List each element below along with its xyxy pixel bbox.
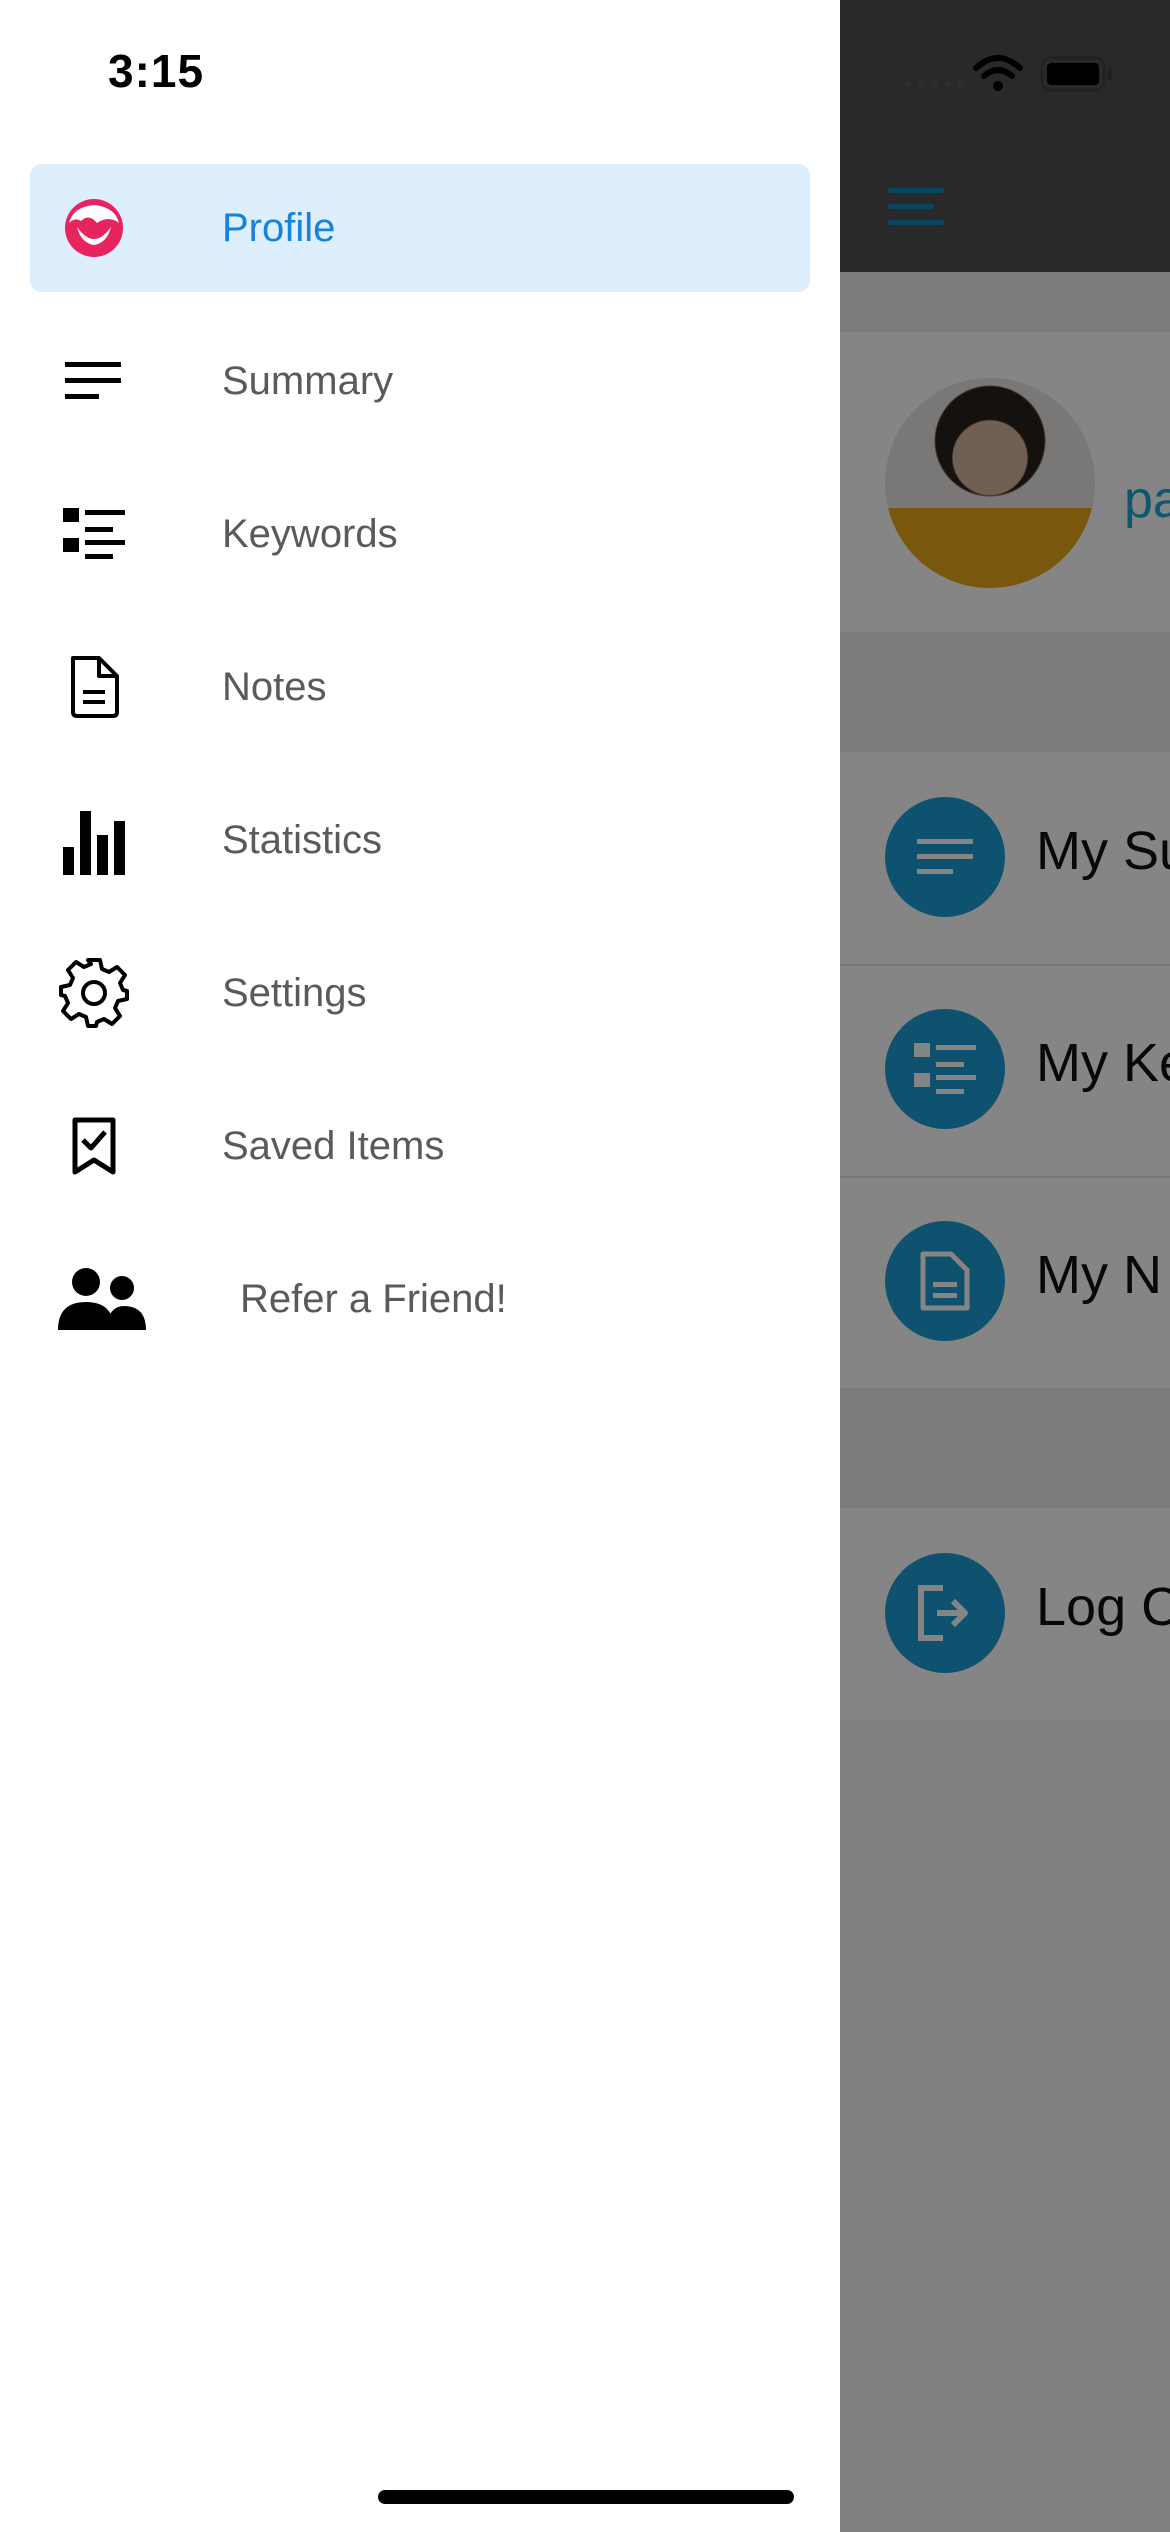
drawer-item-label: Statistics bbox=[222, 817, 383, 862]
keywords-list-icon bbox=[52, 492, 136, 576]
drawer-item-label: Profile bbox=[222, 205, 336, 250]
drawer-item-notes[interactable]: Notes bbox=[30, 623, 810, 751]
drawer-item-saved-items[interactable]: Saved Items bbox=[30, 1082, 810, 1210]
drawer-item-keywords[interactable]: Keywords bbox=[30, 470, 810, 598]
battery-icon bbox=[1040, 56, 1112, 92]
navigation-drawer: 3:15 Profile Summary Keywords Notes Stat… bbox=[0, 0, 840, 2532]
bookmark-check-icon bbox=[52, 1104, 136, 1188]
status-time: 3:15 bbox=[108, 45, 205, 97]
notes-document-icon bbox=[52, 645, 136, 729]
drawer-item-statistics[interactable]: Statistics bbox=[30, 776, 810, 904]
drawer-item-label: Refer a Friend! bbox=[240, 1276, 507, 1321]
drawer-item-profile[interactable]: Profile bbox=[30, 164, 810, 292]
wifi-icon bbox=[973, 55, 1023, 91]
home-indicator[interactable] bbox=[378, 2490, 794, 2504]
drawer-item-label: Notes bbox=[222, 664, 327, 709]
drawer-item-label: Summary bbox=[222, 358, 394, 403]
drawer-item-label: Keywords bbox=[222, 511, 398, 556]
summary-lines-icon bbox=[52, 339, 136, 423]
drawer-item-label: Settings bbox=[222, 970, 367, 1015]
people-icon bbox=[52, 1257, 152, 1341]
gear-icon bbox=[52, 951, 136, 1035]
drawer-item-summary[interactable]: Summary bbox=[30, 317, 810, 445]
profile-face-icon bbox=[52, 186, 136, 270]
signal-icon bbox=[905, 80, 964, 87]
drawer-item-settings[interactable]: Settings bbox=[30, 929, 810, 1057]
bar-chart-icon bbox=[52, 798, 136, 882]
drawer-item-label: Saved Items bbox=[222, 1123, 445, 1168]
drawer-item-refer-a-friend[interactable]: Refer a Friend! bbox=[30, 1235, 810, 1363]
